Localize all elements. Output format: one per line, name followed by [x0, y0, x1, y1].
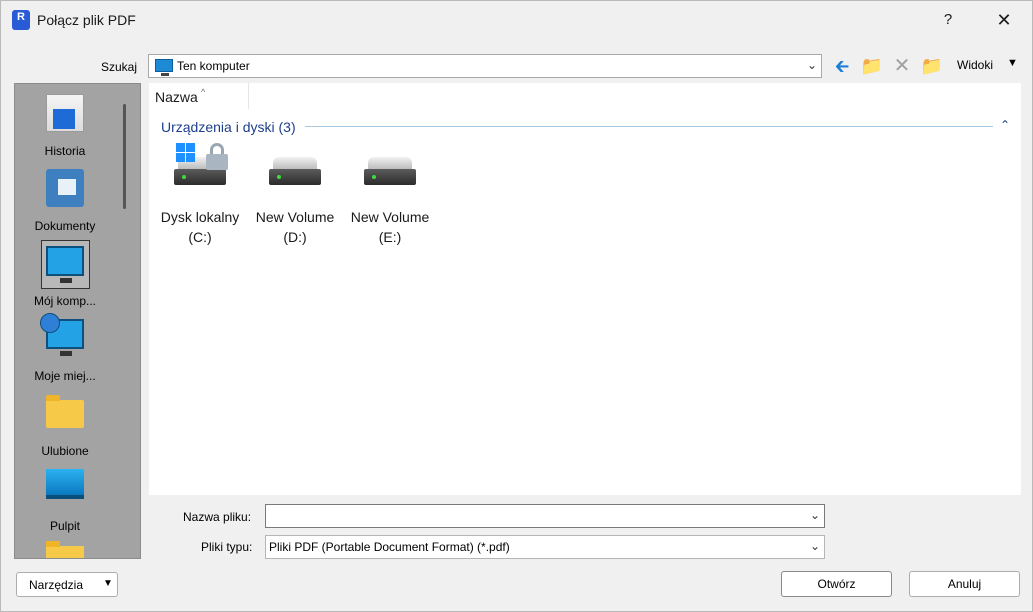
place-label: Mój komp... [33, 294, 96, 308]
group-title[interactable]: Urządzenia i dyski (3) [161, 119, 296, 135]
computer-icon [155, 59, 173, 76]
place-documents[interactable]: Dokumenty [15, 163, 115, 238]
drive-icon [364, 157, 416, 187]
place-favorites[interactable]: Ulubione [15, 388, 115, 463]
chevron-down-icon[interactable]: ⌄ [807, 58, 817, 72]
history-icon [46, 94, 84, 132]
folder-icon [46, 541, 84, 558]
tools-button[interactable]: Narzędzia ▼ [16, 572, 118, 597]
computer-icon [46, 246, 84, 283]
place-label: Ulubione [41, 444, 89, 458]
favorites-folder-icon [46, 395, 84, 428]
views-button[interactable]: Widoki [957, 58, 993, 72]
place-label: Pulpit [49, 519, 81, 533]
place-history[interactable]: Historia [15, 88, 115, 163]
filename-label: Nazwa pliku: [183, 510, 252, 524]
drive-label: Dysk lokalny (C:) [148, 207, 252, 247]
filetype-label: Pliki typu: [201, 540, 253, 554]
tools-label: Narzędzia [29, 578, 84, 592]
desktop-icon [46, 469, 84, 499]
drive-name: New Volume [350, 209, 430, 225]
column-separator[interactable] [248, 83, 249, 109]
delete-icon[interactable]: ✕ [890, 55, 914, 77]
help-button[interactable]: ? [936, 7, 960, 33]
lookin-value: Ten komputer [177, 59, 250, 73]
places-scrollbar-thumb[interactable] [123, 104, 126, 209]
place-label: Dokumenty [34, 219, 96, 233]
title-bar: R Połącz plik PDF ? ✕ [1, 1, 1032, 39]
group-divider [305, 126, 993, 127]
sort-up-icon: ^ [201, 87, 206, 97]
network-places-icon [40, 313, 84, 356]
drive-letter: (E:) [378, 229, 402, 245]
file-list[interactable]: Nazwa ^ Urządzenia i dyski (3) ⌃ Dysk lo… [149, 83, 1021, 495]
filetype-value: Pliki PDF (Portable Document Format) (*.… [269, 540, 510, 554]
place-my-computer[interactable]: Mój komp... [15, 238, 115, 313]
places-scrollbar-track[interactable] [115, 84, 140, 558]
lookin-combobox[interactable]: Ten komputer ⌄ [148, 54, 822, 78]
drive-label: New Volume (D:) [243, 207, 347, 247]
dropdown-arrow-icon: ▼ [103, 578, 113, 589]
app-icon: R [12, 10, 30, 30]
drive-letter: (D:) [283, 229, 307, 245]
places-bar: Historia Dokumenty Mój komp... Moje miej… [14, 83, 141, 559]
drive-label: New Volume (E:) [338, 207, 442, 247]
place-folder[interactable] [15, 541, 115, 558]
new-folder-icon[interactable]: 📁 [920, 55, 944, 77]
place-network[interactable]: Moje miej... [15, 313, 115, 388]
place-desktop[interactable]: Pulpit [15, 463, 115, 538]
lookin-label: Szukaj [101, 60, 138, 74]
chevron-down-icon[interactable]: ⌄ [810, 508, 820, 522]
window-title: Połącz plik PDF [37, 12, 136, 28]
column-header-label: Nazwa [155, 89, 198, 105]
open-button[interactable]: Otwórz [781, 571, 892, 597]
windows-logo-icon [176, 143, 196, 163]
column-header-name[interactable]: Nazwa ^ [155, 87, 205, 105]
chevron-down-icon[interactable]: ⌄ [810, 539, 820, 553]
filetype-combobox[interactable]: Pliki PDF (Portable Document Format) (*.… [265, 535, 825, 559]
place-label: Historia [44, 144, 86, 158]
collapse-group-icon[interactable]: ⌃ [1000, 118, 1010, 132]
drive-icon [269, 157, 321, 187]
drive-item-d[interactable]: New Volume (D:) [249, 143, 341, 253]
drive-item-c[interactable]: Dysk lokalny (C:) [154, 143, 246, 253]
drive-name: Dysk lokalny [160, 209, 240, 225]
drive-item-e[interactable]: New Volume (E:) [344, 143, 436, 253]
views-dropdown-icon[interactable]: ▼ [1007, 57, 1018, 69]
drive-name: New Volume [255, 209, 335, 225]
close-button[interactable]: ✕ [989, 7, 1019, 33]
back-arrow-icon[interactable]: 🡰 [830, 55, 854, 77]
drive-letter: (C:) [188, 229, 212, 245]
folder-up-icon[interactable]: 📁 [860, 55, 884, 77]
filename-combobox[interactable]: ⌄ [265, 504, 825, 528]
lock-icon [206, 143, 228, 170]
app-icon-letter: R [17, 11, 25, 23]
dialog-window: R Połącz plik PDF ? ✕ Szukaj Ten kompute… [0, 0, 1033, 612]
documents-icon [46, 169, 84, 207]
places-list: Historia Dokumenty Mój komp... Moje miej… [15, 84, 115, 558]
cancel-button[interactable]: Anuluj [909, 571, 1020, 597]
place-label: Moje miej... [34, 369, 96, 383]
